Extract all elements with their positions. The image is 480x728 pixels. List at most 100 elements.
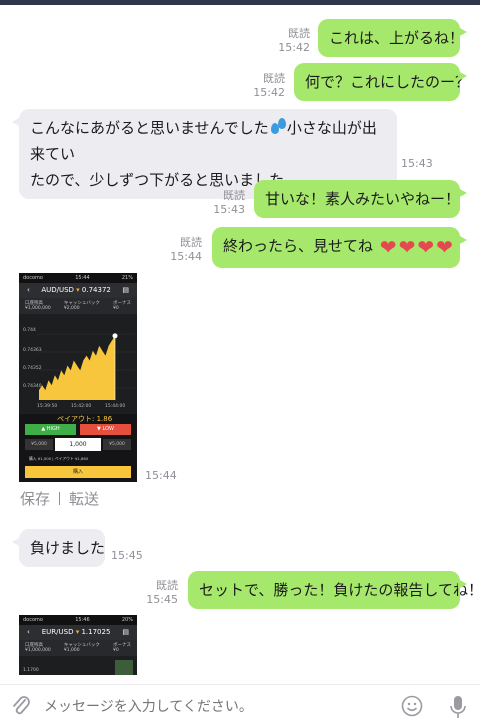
pair-header: ‹ EUR/USD ▾ 1.17025 ▤ <box>19 625 137 640</box>
phone-status-bar: docomo 15:44 21% <box>19 273 137 283</box>
time-label: 15:42:00 <box>71 404 92 409</box>
pair-label: AUD/USD <box>41 286 74 294</box>
price-chart: 1.1700 <box>19 656 137 675</box>
order-summary: 購入 ¥1,000 | ペイアウト ¥1,860 <box>29 456 89 461</box>
message-time: 15:44 <box>170 250 202 263</box>
clock-label: 15:46 <box>75 617 90 623</box>
message-time: 15:42 <box>253 86 285 99</box>
back-chevron-icon: ‹ <box>27 286 30 294</box>
image-actions: 保存 転送 <box>20 488 99 509</box>
message-input[interactable] <box>44 692 384 722</box>
amount-minus: ¥5,000 <box>25 439 53 450</box>
battery-label: 21% <box>121 275 133 281</box>
time-label: 15:39:50 <box>37 404 58 409</box>
price-area <box>39 335 115 400</box>
trade-screenshot-image[interactable]: docomo 15:44 21% ‹ AUD/USD ▾ 0.74372 ▤ 口… <box>19 273 137 482</box>
save-link[interactable]: 保存 <box>20 490 50 508</box>
battery-label: 20% <box>121 617 133 623</box>
read-receipt: 既読 <box>180 236 202 249</box>
outgoing-message-bubble[interactable]: 何で？これにしたのー？ <box>294 63 470 101</box>
price-label: 0.74352 <box>23 366 42 371</box>
message-text: 負けました <box>30 539 106 557</box>
message-time: 15:45 <box>111 549 143 562</box>
payout-value: 1.86 <box>96 415 113 423</box>
balance-value: ¥1,000,000 <box>25 648 51 653</box>
price-label: 0.744 <box>23 328 36 333</box>
amount-plus: ¥5,000 <box>103 439 131 450</box>
bonus-value: ¥0 <box>112 648 119 653</box>
menu-icon: ▤ <box>122 286 129 294</box>
payout-text: ペイアウト: 1.86 <box>57 415 113 423</box>
payout-label: ペイアウト <box>57 415 92 423</box>
read-receipt: 既読 <box>288 27 310 40</box>
account-info-band: 口座残高 ¥1,000,000 キャッシュバック ¥1,000 ボーナス ¥0 <box>19 640 137 656</box>
candle-bar <box>115 660 133 675</box>
amount-field: 1,000 <box>55 438 101 451</box>
price-label: 1.1700 <box>23 668 39 673</box>
read-receipt: 既読 <box>263 72 285 85</box>
price-chart-svg <box>37 333 135 400</box>
heart-icon: ❤ <box>398 235 416 259</box>
read-receipt: 既読 <box>156 579 178 592</box>
read-receipt: 既読 <box>223 189 245 202</box>
pair-label: EUR/USD <box>41 628 74 636</box>
back-chevron-icon: ‹ <box>27 628 30 636</box>
microphone-icon[interactable] <box>447 694 469 720</box>
bonus-value: ¥0 <box>112 306 119 311</box>
pair-header: ‹ AUD/USD ▾ 0.74372 ▤ <box>19 283 137 298</box>
message-meta: 既読 15:45 <box>126 579 178 607</box>
buy-button: 購入 <box>25 466 131 478</box>
order-panel: ペイアウト: 1.86 ▲ HIGH ▼ LOW ¥5,000 1,000 ¥5… <box>19 414 137 482</box>
outgoing-message-bubble[interactable]: これは、上がるね！ <box>318 19 467 57</box>
hearts-emoji: ❤ ❤ ❤ ❤ <box>378 236 453 262</box>
attach-clip-icon[interactable] <box>10 694 32 718</box>
sweat-droplets-icon <box>269 116 287 136</box>
message-time: 15:42 <box>278 41 310 54</box>
price-label: 0.74340 <box>23 384 42 389</box>
menu-icon: ▤ <box>122 628 129 636</box>
message-text: これは、上がるね！ <box>329 29 465 47</box>
down-arrow-icon: ▾ <box>76 286 80 294</box>
heart-icon: ❤ <box>417 235 435 259</box>
outgoing-message-bubble[interactable]: 終わったら、見せてね ❤ ❤ ❤ ❤ <box>212 227 467 268</box>
message-text: セットで、勝った！負けたの報告してね！ <box>199 581 480 599</box>
message-time: 15:43 <box>213 203 245 216</box>
message-meta: 既読 15:42 <box>258 27 310 55</box>
message-text: 甘いな！素人みたいやねー！ <box>265 190 461 208</box>
chat-timeline[interactable]: 既読 15:42 これは、上がるね！ 既読 15:42 何で？これにしたのー？ … <box>0 5 480 675</box>
cashback-value: ¥2,000 <box>63 306 80 311</box>
forward-link[interactable]: 転送 <box>69 490 99 508</box>
down-arrow-icon: ▾ <box>75 628 80 636</box>
emoji-smile-icon[interactable] <box>401 695 423 717</box>
time-label: 15:44:00 <box>105 404 126 409</box>
outgoing-message-bubble[interactable]: 甘いな！素人みたいやねー！ <box>254 180 467 218</box>
message-input-bar <box>0 684 480 728</box>
incoming-message-bubble[interactable]: 負けました <box>12 529 106 567</box>
message-text: こんなにあがると思いませんでした <box>30 119 269 137</box>
balance-value: ¥1,000,000 <box>25 306 51 311</box>
rate-label: 1.17025 <box>81 628 111 636</box>
carrier-label: docomo <box>23 275 43 281</box>
trade-screenshot-image[interactable]: docomo 15:46 20% ‹ EUR/USD ▾ 1.17025 ▤ 口… <box>19 615 137 675</box>
account-info-band: 口座残高 ¥1,000,000 キャッシュバック ¥2,000 ボーナス ¥0 <box>19 298 137 314</box>
low-button: ▼ LOW <box>80 424 131 435</box>
price-label: 0.74363 <box>23 348 42 353</box>
message-meta: 既読 15:42 <box>233 72 285 100</box>
message-time: 15:45 <box>146 593 178 606</box>
message-time: 15:43 <box>401 157 433 170</box>
message-meta: 既読 15:43 <box>193 189 245 217</box>
price-chart: 0.744 0.74363 0.74352 0.74340 15:39:50 1… <box>19 314 137 414</box>
message-text: 終わったら、見せてね <box>223 237 374 255</box>
cashback-value: ¥1,000 <box>63 648 80 653</box>
outgoing-message-bubble[interactable]: セットで、勝った！負けたの報告してね！ <box>188 571 480 609</box>
heart-icon: ❤ <box>436 235 453 259</box>
carrier-label: docomo <box>23 617 43 623</box>
message-text: 何で？これにしたのー？ <box>305 73 471 91</box>
heart-icon: ❤ <box>379 235 397 259</box>
high-button: ▲ HIGH <box>25 424 76 435</box>
message-time: 15:44 <box>145 469 177 482</box>
rate-label: 0.74372 <box>81 286 111 294</box>
divider <box>59 492 61 505</box>
phone-status-bar: docomo 15:46 20% <box>19 615 137 625</box>
message-meta: 既読 15:44 <box>150 236 202 264</box>
